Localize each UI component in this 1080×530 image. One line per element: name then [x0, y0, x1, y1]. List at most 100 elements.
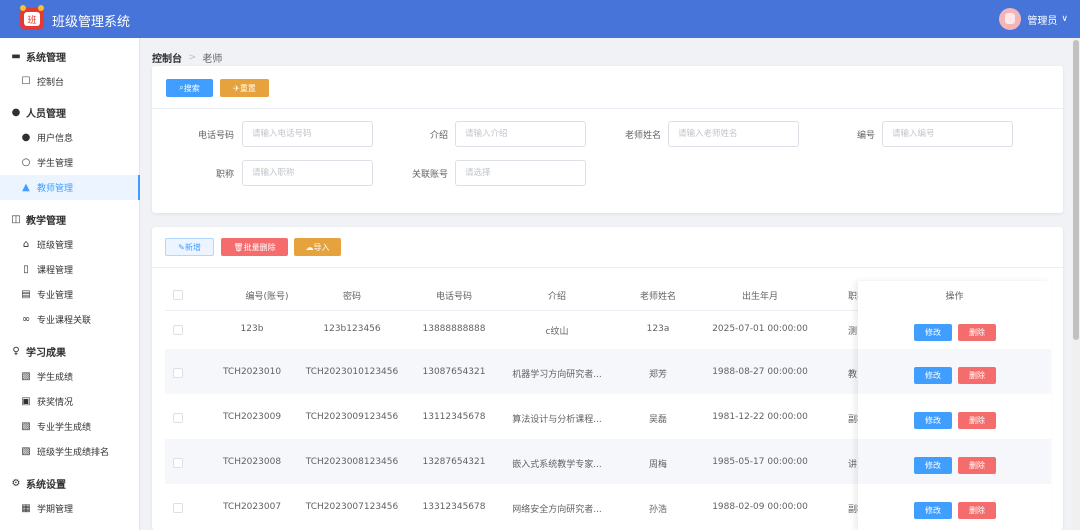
cell-phone: 13087654321 — [422, 367, 486, 377]
cell-id: TCH2023010 — [222, 367, 282, 377]
sidebar-item-dashboard[interactable]: ☐ 控制台 — [0, 69, 140, 94]
phone-input[interactable]: 请输入电话号码 — [242, 121, 373, 147]
teacher-name-input[interactable]: 请输入老师姓名 — [668, 121, 799, 147]
cell-phone: 13112345678 — [422, 412, 486, 422]
avatar[interactable] — [999, 8, 1022, 30]
cell-birth: 2025-07-01 00:00:00 — [712, 324, 808, 334]
edit-button[interactable]: 修改 — [914, 367, 952, 384]
sidebar-group-people[interactable]: ● 人员管理 — [0, 100, 140, 125]
cell-birth: 1981-12-22 00:00:00 — [712, 412, 808, 422]
cell-phone: 13312345678 — [422, 502, 486, 512]
edit-button[interactable]: 修改 — [914, 324, 952, 341]
number-label: 编号 — [856, 131, 875, 141]
phone-label: 电话号码 — [197, 131, 234, 141]
edit-doc-icon: ▧ — [21, 421, 31, 432]
monitor-icon: ▬ — [11, 51, 21, 62]
column-header[interactable]: 密码 — [302, 289, 402, 302]
cell-id: 123b — [240, 324, 264, 334]
search-panel: ⌕ 搜索 ✈ 重置 电话号码 请输入电话号码 介绍 请输入介绍 老师姓名 请输入… — [152, 66, 1063, 213]
reset-button[interactable]: ✈ 重置 — [220, 79, 269, 97]
cell-name: 吴磊 — [648, 415, 667, 425]
row-checkbox[interactable] — [173, 325, 183, 335]
sidebar-group-teaching[interactable]: ◫ 教学管理 — [0, 207, 140, 232]
operations-column: 操作 修改 删除 修改 删除 修改 删除 修改 删除 修改 删除 — [858, 281, 1051, 530]
sidebar-item-major-grades[interactable]: ▧ 专业学生成绩 — [0, 414, 140, 439]
delete-button[interactable]: 删除 — [958, 502, 996, 519]
cell-birth: 1985-05-17 00:00:00 — [712, 457, 808, 467]
edit-icon: ✎ — [178, 242, 185, 252]
delete-button[interactable]: 删除 — [958, 367, 996, 384]
sidebar-item-users[interactable]: ● 用户信息 — [0, 125, 140, 150]
sidebar-group-settings[interactable]: ⚙ 系统设置 — [0, 471, 140, 496]
title-input[interactable]: 请输入职称 — [242, 160, 373, 186]
row-checkbox[interactable] — [173, 503, 183, 513]
sidebar-group-system[interactable]: ▬ 系统管理 — [0, 44, 140, 69]
delete-button[interactable]: 删除 — [958, 412, 996, 429]
upload-cloud-icon: ☁ — [305, 242, 314, 252]
home-icon: ⌂ — [22, 239, 30, 250]
search-button[interactable]: ⌕ 搜索 — [166, 79, 213, 97]
edit-button[interactable]: 修改 — [914, 457, 952, 474]
table-row — [858, 349, 1051, 394]
cell-id: TCH2023009 — [222, 412, 282, 422]
breadcrumb-home[interactable]: 控制台 — [152, 50, 182, 65]
cell-birth: 1988-08-27 00:00:00 — [712, 367, 808, 377]
edit-button[interactable]: 修改 — [914, 502, 952, 519]
select-all-checkbox[interactable] — [173, 290, 183, 300]
sidebar-item-major-course-link[interactable]: ∞ 专业课程关联 — [0, 307, 140, 332]
divider — [152, 108, 1063, 109]
intro-label: 介绍 — [429, 131, 448, 141]
add-button[interactable]: ✎ 新增 — [165, 238, 214, 256]
number-input[interactable]: 请输入编号 — [882, 121, 1013, 147]
trophy-icon: ♀ — [12, 346, 20, 357]
cell-intro: 嵌入式系统教学专家... — [512, 460, 602, 470]
link-icon: ∞ — [21, 314, 31, 325]
cell-intro: 算法设计与分析课程... — [512, 415, 602, 425]
cell-intro: c纹山 — [545, 327, 569, 337]
svg-text:班: 班 — [27, 14, 36, 26]
cell-name: 郑芳 — [648, 370, 667, 380]
calendar-icon: ▦ — [21, 503, 31, 514]
page-scrollbar-thumb[interactable] — [1073, 40, 1079, 340]
edit-button[interactable]: 修改 — [914, 412, 952, 429]
column-header[interactable]: 出生年月 — [710, 289, 810, 302]
cell-id: TCH2023008 — [222, 457, 282, 467]
delete-button[interactable]: 删除 — [958, 457, 996, 474]
sidebar-group-achievements[interactable]: ♀ 学习成果 — [0, 339, 140, 364]
breadcrumb: 控制台 > 老师 — [152, 50, 222, 65]
sidebar-item-teachers[interactable]: ▲ 教师管理 — [0, 175, 140, 200]
column-header[interactable]: 电话号码 — [404, 289, 504, 302]
table-panel: ✎ 新增 🗑 批量删除 ☁ 导入 编号(账号) 密码 电话号码 介绍 老师姓名 … — [152, 227, 1063, 530]
row-checkbox[interactable] — [173, 413, 183, 423]
sidebar-item-students[interactable]: ○ 学生管理 — [0, 150, 140, 175]
app-logo: 班 — [20, 5, 44, 30]
breadcrumb-current: 老师 — [202, 54, 223, 65]
intro-input[interactable]: 请输入介绍 — [455, 121, 586, 147]
cell-id: TCH2023007 — [222, 502, 282, 512]
user-menu[interactable]: 管理员 ∨ — [999, 8, 1068, 30]
column-header[interactable]: 介绍 — [507, 289, 607, 302]
import-button[interactable]: ☁ 导入 — [294, 238, 341, 256]
cell-name: 周梅 — [648, 460, 667, 470]
cell-password: TCH2023010123456 — [305, 367, 399, 377]
sidebar-item-semesters[interactable]: ▦ 学期管理 — [0, 496, 140, 521]
sidebar-item-class-ranking[interactable]: ▧ 班级学生成绩排名 — [0, 439, 140, 464]
column-header[interactable]: 老师姓名 — [608, 289, 708, 302]
row-checkbox[interactable] — [173, 368, 183, 378]
sidebar-item-majors[interactable]: ▤ 专业管理 — [0, 282, 140, 307]
book-icon: ◫ — [11, 214, 21, 225]
cell-birth: 1988-02-09 00:00:00 — [712, 502, 808, 512]
cell-name: 孙浩 — [648, 505, 667, 515]
batch-delete-button[interactable]: 🗑 批量删除 — [221, 238, 288, 256]
sidebar-item-courses[interactable]: ▯ 课程管理 — [0, 257, 140, 282]
divider — [152, 267, 1063, 268]
sidebar-item-awards[interactable]: ▣ 获奖情况 — [0, 389, 140, 414]
edit-doc-icon: ▧ — [21, 371, 31, 382]
account-select[interactable]: 请选择 — [455, 160, 586, 186]
cell-password: TCH2023007123456 — [305, 502, 399, 512]
sidebar-item-classes[interactable]: ⌂ 班级管理 — [0, 232, 140, 257]
row-checkbox[interactable] — [173, 458, 183, 468]
delete-button[interactable]: 删除 — [958, 324, 996, 341]
cell-intro: 机器学习方向研究者... — [512, 370, 602, 380]
sidebar-item-student-grades[interactable]: ▧ 学生成绩 — [0, 364, 140, 389]
